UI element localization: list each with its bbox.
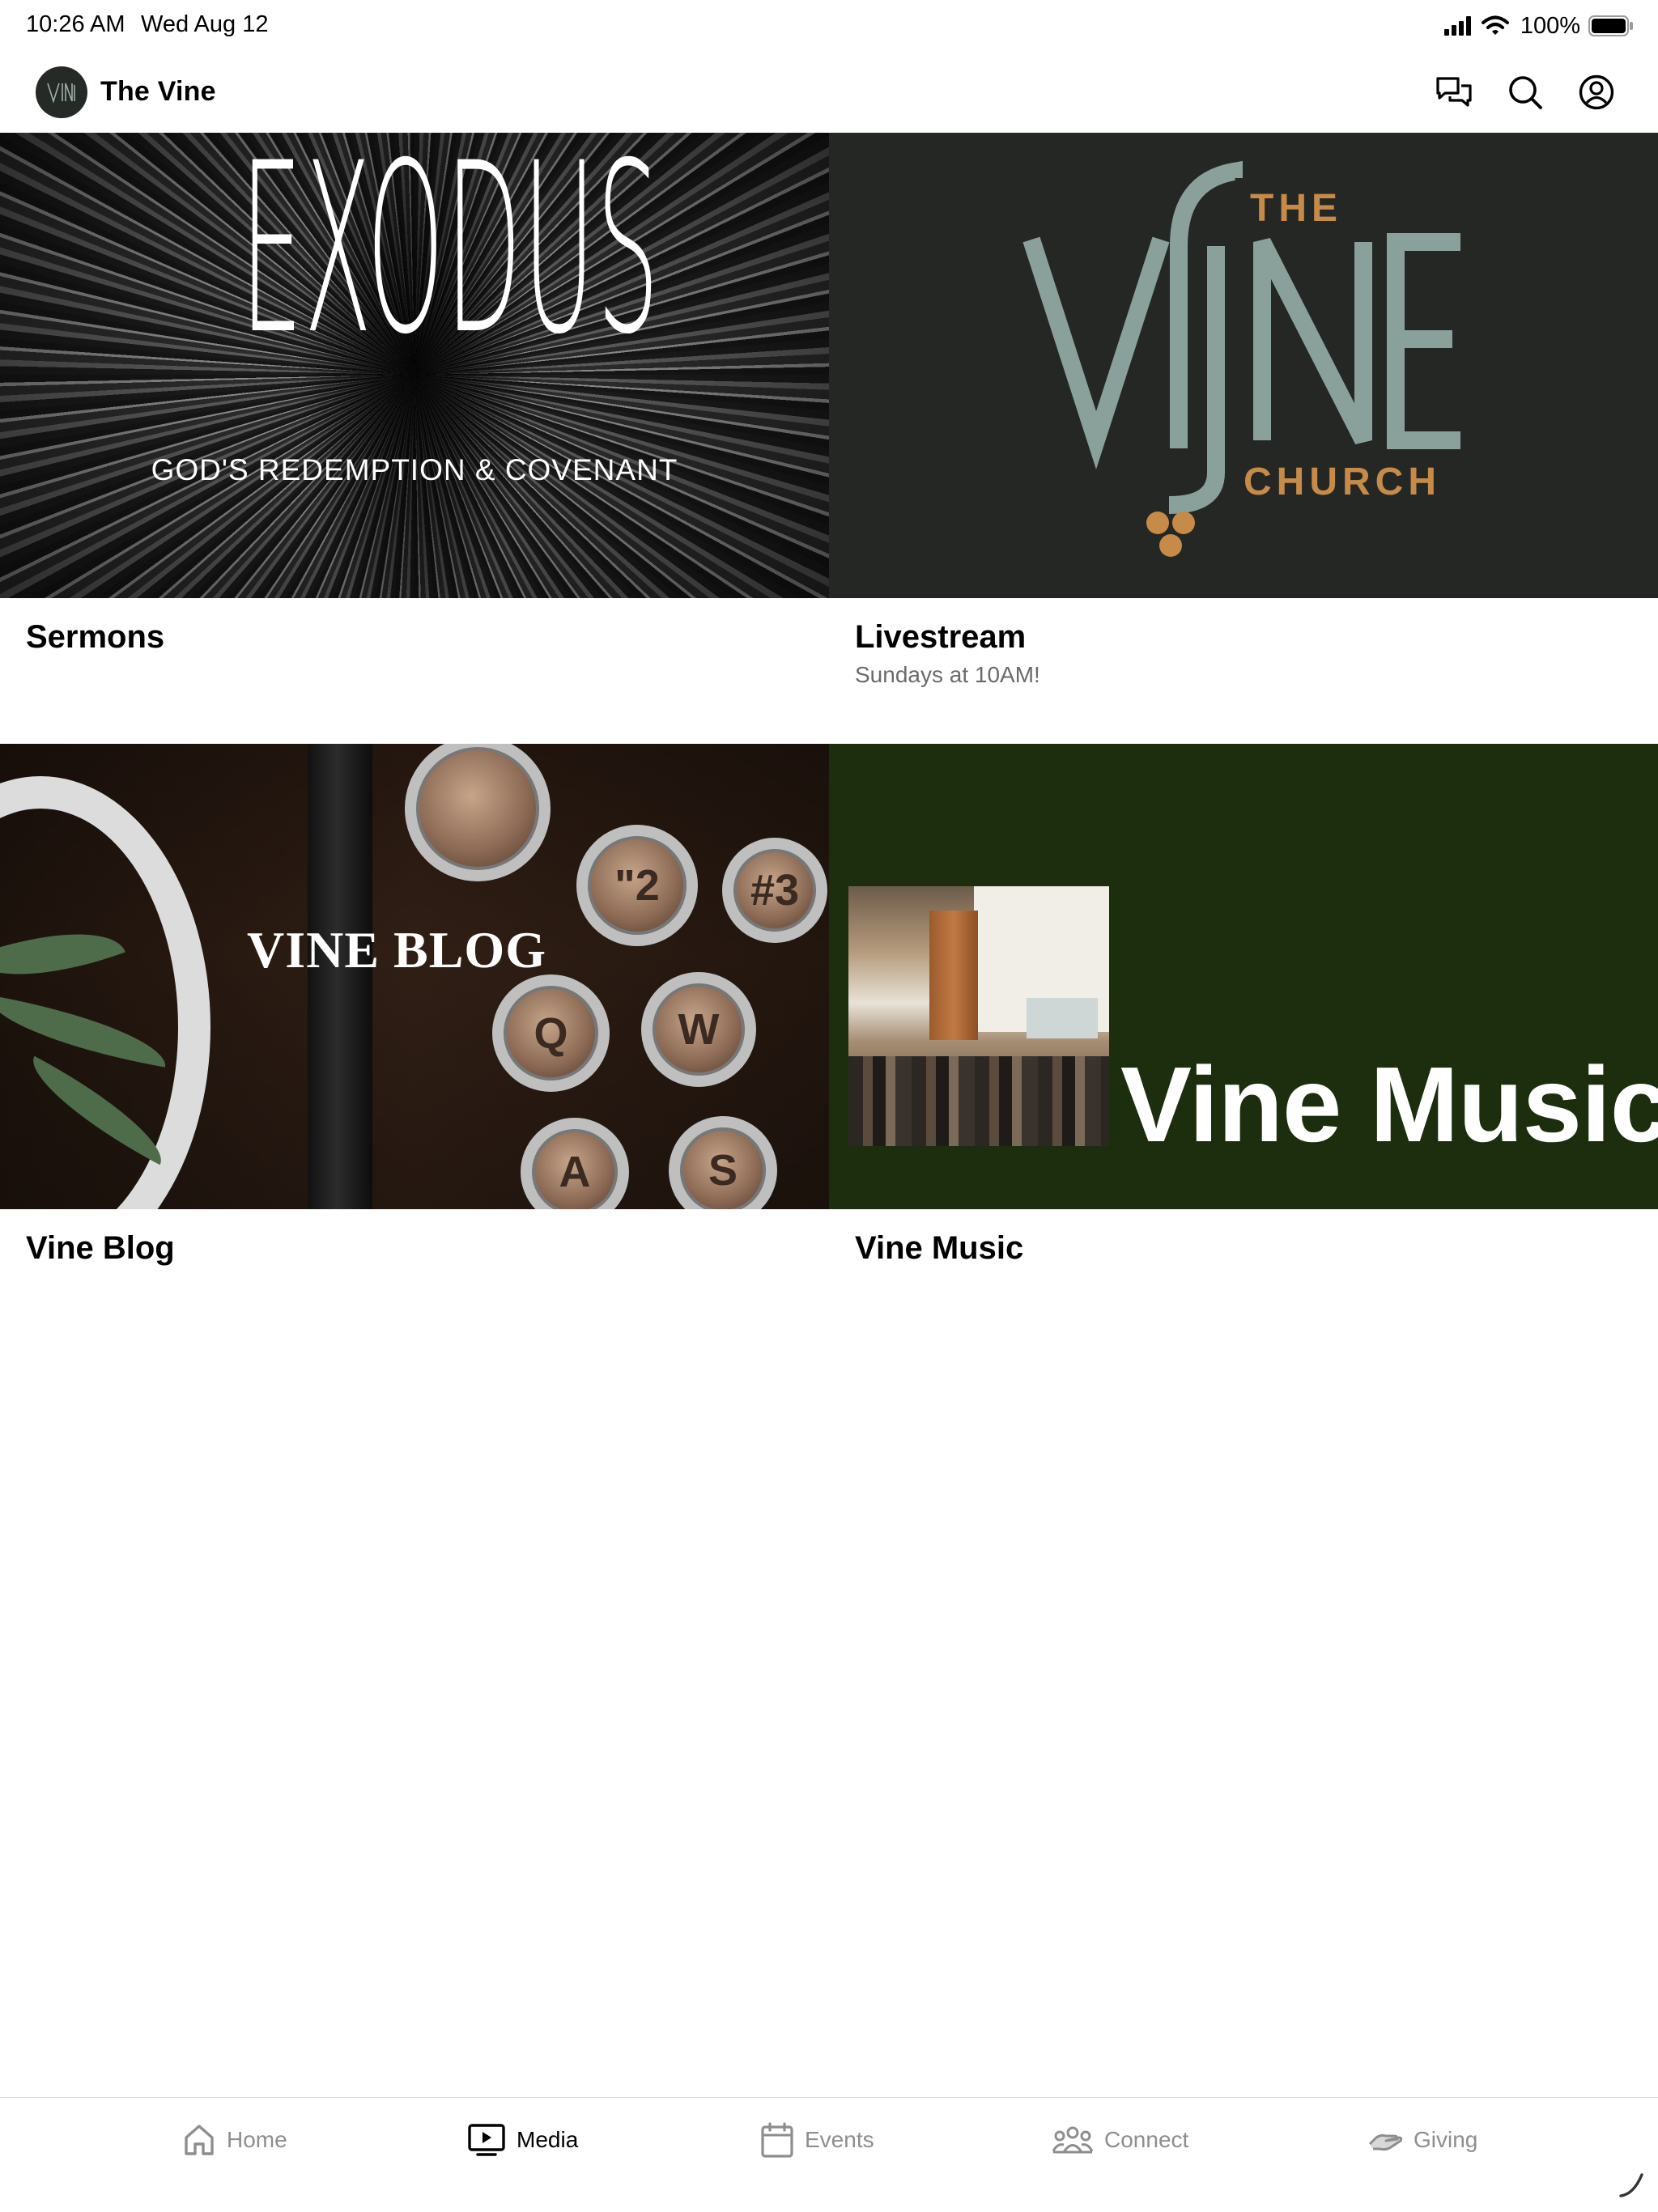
cellular-signal-icon: [1443, 16, 1471, 36]
exodus-tagline: GOD'S REDEMPTION & COVENANT: [151, 453, 678, 486]
search-icon: [1509, 76, 1542, 109]
grape-mark: [1159, 534, 1182, 557]
battery-icon: [1588, 15, 1633, 36]
giving-icon: [1368, 2133, 1402, 2151]
exodus-headline: EXODUS: [240, 133, 661, 386]
vine-the-text: THE: [1250, 187, 1342, 230]
vine-logo-icon: [47, 83, 75, 104]
messages-button[interactable]: [1433, 71, 1475, 113]
tile-subtitle: Sundays at 10AM!: [855, 662, 1040, 687]
tab-connect[interactable]: Connect: [1052, 2121, 1188, 2159]
tab-label: Home: [227, 2127, 287, 2152]
tab-events[interactable]: Events: [761, 2121, 874, 2159]
typewriter-key: "2: [576, 825, 698, 946]
vine-music-image: Vine Music: [829, 744, 1658, 1209]
app-logo[interactable]: [36, 66, 87, 118]
people-icon: [1052, 2126, 1093, 2154]
tile-title: Vine Music: [855, 1230, 1024, 1266]
status-date: Wed Aug 12: [141, 11, 269, 37]
search-button[interactable]: [1504, 71, 1546, 113]
media-icon: [468, 2124, 505, 2156]
account-button[interactable]: [1575, 71, 1618, 113]
status-time: 10:26 AM: [26, 11, 125, 37]
vine-music-headline: Vine Music: [1120, 1045, 1658, 1164]
account-icon: [1579, 74, 1614, 110]
typewriter-key: Q: [492, 974, 610, 1092]
home-icon: [185, 2125, 214, 2155]
tile-sermons[interactable]: EXODUS GOD'S REDEMPTION & COVENANT Sermo…: [0, 133, 829, 744]
chat-icon: [1436, 77, 1472, 107]
resize-handle-icon: [1619, 2173, 1643, 2197]
vine-blog-headline: VINE BLOG: [247, 921, 546, 979]
app-title: The Vine: [100, 76, 216, 107]
livestream-image: THE CHURCH: [829, 133, 1658, 598]
battery-percent: 100%: [1520, 12, 1580, 39]
tab-label: Events: [805, 2127, 874, 2152]
tile-title: Vine Blog: [26, 1230, 175, 1266]
worship-photo: [848, 886, 1109, 1146]
tile-title: Livestream: [855, 619, 1027, 655]
tab-bar: Home Media Events Connect Giving: [0, 2097, 1658, 2212]
wifi-icon: [1481, 15, 1509, 35]
tab-label: Connect: [1104, 2127, 1189, 2152]
tab-label: Media: [517, 2127, 579, 2152]
status-indicators: 100%: [1443, 10, 1634, 42]
tab-home[interactable]: Home: [183, 2121, 287, 2159]
tile-vine-music[interactable]: Vine Music Vine Music: [829, 744, 1658, 1310]
tab-label: Giving: [1414, 2127, 1478, 2152]
tile-title: Sermons: [26, 619, 165, 655]
grape-mark: [1172, 512, 1195, 534]
status-bar: 10:26 AM Wed Aug 12 100%: [0, 0, 1658, 52]
vine-church-text: CHURCH: [1244, 461, 1441, 503]
vine-church-logo: [1022, 160, 1460, 514]
calendar-icon: [761, 2122, 793, 2158]
grape-mark: [1146, 512, 1169, 534]
typewriter-key: W: [641, 972, 756, 1087]
vine-blog-image: "2 #3 Q W A S VINE BLOG: [0, 744, 829, 1209]
typewriter-key: #3: [722, 838, 827, 943]
tab-media[interactable]: Media: [468, 2121, 578, 2159]
tab-giving[interactable]: Giving: [1368, 2121, 1477, 2159]
tile-vine-blog[interactable]: "2 #3 Q W A S VINE BLOG Vine Blog: [0, 744, 829, 1310]
app-header: The Vine: [0, 52, 1658, 133]
tile-livestream[interactable]: THE CHURCH Livestream Sundays at 10AM!: [829, 133, 1658, 744]
sermons-image: EXODUS GOD'S REDEMPTION & COVENANT: [0, 133, 829, 598]
